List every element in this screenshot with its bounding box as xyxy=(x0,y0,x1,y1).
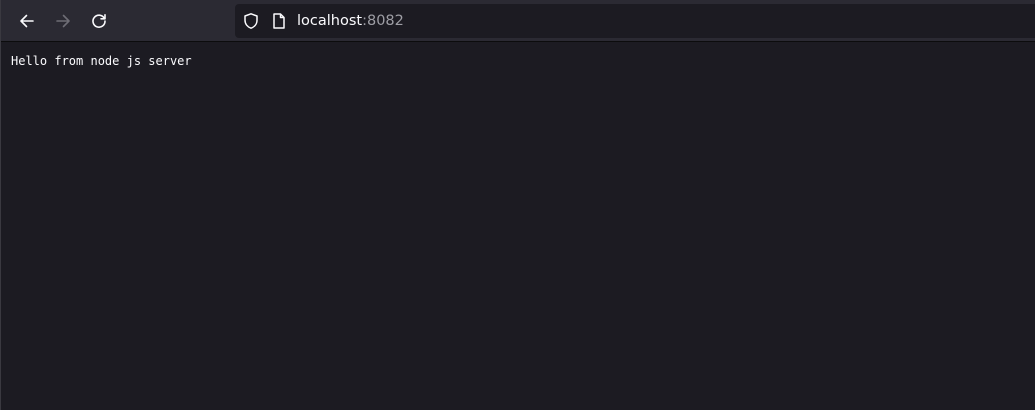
page-body-text: Hello from node js server xyxy=(11,54,192,68)
back-button[interactable] xyxy=(11,5,43,37)
browser-window: localhost:8082 Hello from node js server xyxy=(0,0,1035,410)
forward-button[interactable] xyxy=(47,5,79,37)
page-icon[interactable] xyxy=(270,12,288,30)
url-bar[interactable]: localhost:8082 xyxy=(235,4,1035,38)
url-host: localhost xyxy=(297,13,363,29)
reload-button[interactable] xyxy=(83,5,115,37)
browser-toolbar: localhost:8082 xyxy=(1,0,1035,42)
url-text[interactable]: localhost:8082 xyxy=(297,12,404,30)
arrow-right-icon xyxy=(56,14,70,28)
url-port: :8082 xyxy=(362,13,404,29)
reload-icon xyxy=(92,14,106,28)
shield-icon[interactable] xyxy=(242,12,260,30)
arrow-left-icon xyxy=(20,14,34,28)
page-content: Hello from node js server xyxy=(1,42,1035,410)
